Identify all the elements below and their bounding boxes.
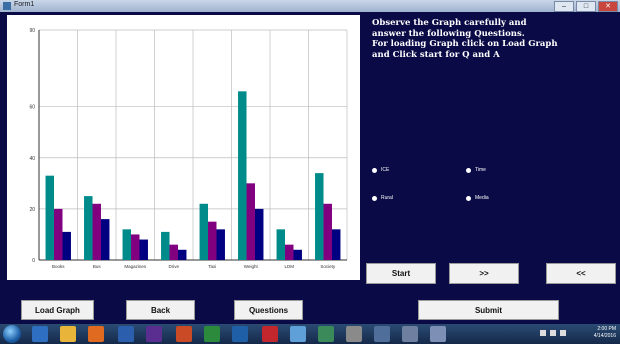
x-tick-label: Bus [93,264,102,269]
explorer-icon[interactable] [60,326,76,342]
start-button[interactable]: Start [366,263,436,284]
bar [139,239,148,260]
bar [246,183,255,260]
clock-time: 2:00 PM [597,326,616,332]
excel-icon[interactable] [204,326,220,342]
option-1[interactable]: ICE [372,167,389,173]
maximize-button[interactable]: □ [576,1,596,12]
acrobat-icon[interactable] [262,326,278,342]
option-4[interactable]: Media [466,195,489,201]
radio-icon[interactable] [372,167,377,173]
word-icon[interactable] [118,326,134,342]
x-tick-label: LDM [284,264,294,269]
radio-icon[interactable] [466,195,471,201]
powerpoint-icon[interactable] [176,326,192,342]
radio-icon[interactable] [466,167,471,173]
load-graph-button[interactable]: Load Graph [21,300,94,320]
settings-icon[interactable] [346,326,362,342]
media-player-icon[interactable] [88,326,104,342]
bar-chart: 0 20 40 60 90 Books Bus Magazines Drive Taxi Weigh… [29,28,348,269]
y-tick-label: 60 [29,105,35,111]
instructions-text: Observe the Graph carefully and answer t… [372,18,612,60]
taskbar: 2:00 PM 4/14/2016 [0,324,620,344]
bar [161,231,170,260]
instruction-line: and Click start for Q and A [372,49,500,60]
bar [62,231,71,260]
network-icon[interactable] [550,330,556,336]
bar [131,234,140,260]
window-title: Form1 [14,1,35,8]
x-tick-label: Weight [244,264,259,269]
option-label: Media [475,195,489,201]
x-tick-label: Taxi [208,264,216,269]
window-titlebar: Form1 – □ ✕ [0,0,620,12]
bar [254,208,264,260]
x-tick-label: Books [52,264,65,269]
option-3[interactable]: Rural [372,195,393,201]
bar [100,219,110,260]
bar [92,203,101,260]
onenote-icon[interactable] [146,326,162,342]
x-tick-label: Drive [168,264,179,269]
x-tick-label: Magazines [124,264,147,269]
option-label: Rural [381,195,393,201]
bar [54,208,63,260]
app-icon-3[interactable] [402,326,418,342]
flag-icon[interactable] [540,330,546,336]
y-tick-label: 40 [29,156,35,162]
bar [285,244,294,260]
outlook-icon[interactable] [232,326,248,342]
x-tick-label: Society [320,264,336,269]
bar [169,244,178,260]
clock[interactable]: 2:00 PM 4/14/2016 [594,326,616,340]
window-controls: – □ ✕ [554,1,618,12]
bar [323,203,332,260]
instruction-line: For loading Graph click on Load Graph [372,39,558,49]
radio-icon[interactable] [372,195,377,201]
bar [177,249,187,260]
bar [293,249,302,260]
bar [276,229,286,260]
submit-button[interactable]: Submit [418,300,559,320]
app-icon-2[interactable] [374,326,390,342]
ie-icon[interactable] [32,326,48,342]
app-icon-4[interactable] [430,326,446,342]
option-label: Time [475,167,486,173]
option-2[interactable]: Time [466,167,486,173]
instruction-line: answer the following Questions. [372,28,525,39]
volume-icon[interactable] [560,330,566,336]
app-icon [3,2,11,10]
next-button[interactable]: >> [449,263,519,284]
bar [315,173,324,260]
minimize-button[interactable]: – [554,1,574,12]
instruction-line: Observe the Graph carefully and [372,18,527,28]
questions-button[interactable]: Questions [234,300,303,320]
bar [238,91,247,260]
chart-panel: 0 20 40 60 90 Books Bus Magazines Drive Taxi Weigh… [7,15,360,280]
option-label: ICE [381,167,390,173]
app-icon[interactable] [290,326,306,342]
bar [45,175,55,260]
chrome-icon[interactable] [318,326,334,342]
bar [216,229,225,260]
bar [208,221,217,260]
prev-button[interactable]: << [546,263,616,284]
clock-date: 4/14/2016 [593,333,616,339]
back-button[interactable]: Back [126,300,195,320]
bar [122,229,132,260]
y-tick-label: 0 [32,258,35,264]
bar [331,229,341,260]
bar [199,203,209,260]
bar [84,196,93,260]
close-button[interactable]: ✕ [598,1,618,12]
windows-start-icon[interactable] [3,325,21,343]
y-tick-label: 90 [29,28,35,34]
y-tick-label: 20 [29,207,35,213]
